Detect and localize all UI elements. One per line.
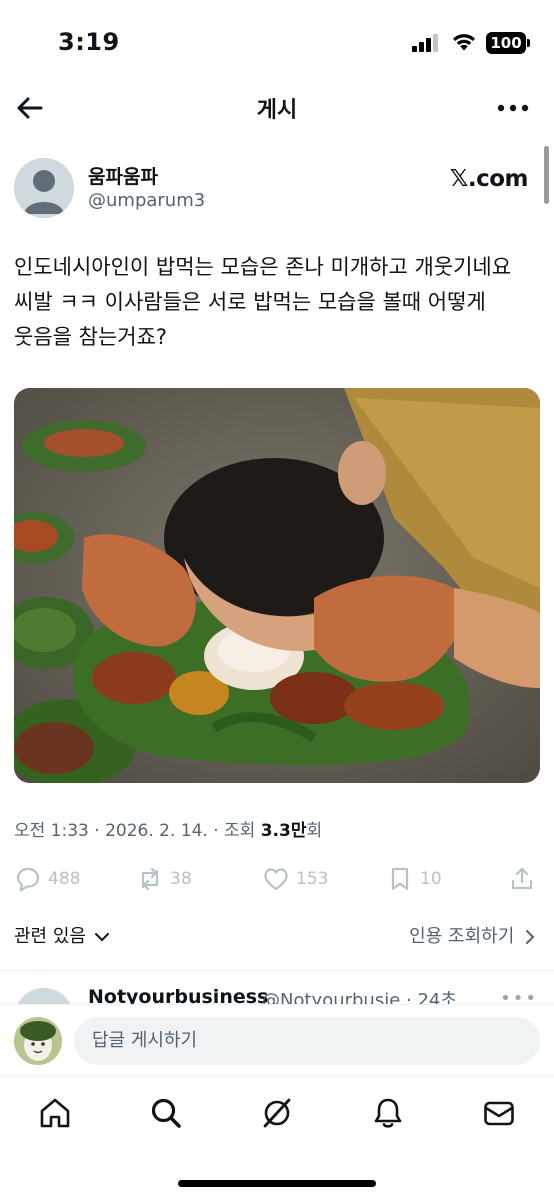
reply-count: 488 <box>48 869 81 889</box>
quote-views-label: 인용 조회하기 <box>409 926 515 947</box>
share-icon <box>511 867 533 890</box>
related-dropdown[interactable]: 관련 있음 <box>14 922 110 948</box>
page-title: 게시 <box>256 98 298 123</box>
quote-views-link[interactable]: 인용 조회하기 <box>409 922 536 948</box>
post-text: 인도네시아인이 밥먹는 모습은 존나 미개하고 개웃기네요 씨발 ㅋㅋ 이사람들… <box>14 255 512 349</box>
post-meta: 오전 1:33 · 2026. 2. 14. · 조회 3.3만회 <box>14 816 322 841</box>
repost-button[interactable]: 38 <box>136 862 192 896</box>
post-view-count[interactable]: 3.3만 <box>261 821 307 841</box>
share-button[interactable] <box>508 862 542 896</box>
status-time: 3:19 <box>58 28 120 56</box>
like-count: 153 <box>296 869 329 889</box>
reply-icon <box>16 867 40 892</box>
more-horizontal-icon[interactable] <box>496 94 530 122</box>
reply-button[interactable]: 488 <box>14 862 80 896</box>
like-button[interactable]: 153 <box>262 862 328 896</box>
cellular-signal-icon <box>412 34 442 52</box>
reply-input[interactable]: 답글 게시하기 <box>74 1017 540 1065</box>
bookmark-count: 10 <box>420 869 442 889</box>
post-author-header: 움파움파 @umparum3 𝕏.com <box>14 158 540 222</box>
x-com-watermark: 𝕏.com <box>449 166 529 192</box>
home-icon[interactable] <box>37 1095 73 1131</box>
author-handle[interactable]: @umparum3 <box>88 190 205 211</box>
battery-indicator: 100 <box>486 32 530 54</box>
reply-avatar <box>14 988 74 1004</box>
post-timestamp: 오전 1:33 · 2026. 2. 14. · 조회 <box>14 821 256 841</box>
post-image[interactable] <box>14 388 540 783</box>
reply-more-icon[interactable]: ••• <box>500 988 538 1004</box>
repost-icon <box>141 867 159 891</box>
post-action-bar: 488 38 153 10 <box>14 862 540 896</box>
messages-icon[interactable] <box>481 1095 517 1131</box>
bookmark-icon <box>391 867 409 891</box>
post-view-suffix: 회 <box>306 821 323 841</box>
heart-icon <box>264 868 288 891</box>
default-avatar-icon <box>14 158 74 218</box>
home-indicator[interactable] <box>178 1180 376 1187</box>
reply-author-handle: @Notyourbusie · 24초 <box>262 990 457 1004</box>
bookmark-button[interactable]: 10 <box>386 862 442 896</box>
chevron-right-icon <box>526 930 534 944</box>
section-divider <box>0 970 554 971</box>
repost-count: 38 <box>170 869 192 889</box>
current-user-avatar[interactable] <box>14 1017 62 1065</box>
related-label: 관련 있음 <box>14 926 86 947</box>
reply-preview[interactable]: Notyourbusiness @Notyourbusie · 24초 ••• <box>14 984 540 1004</box>
post-photo-illustration <box>14 388 540 783</box>
user-avatar-image <box>14 1017 62 1065</box>
reply-author-name: Notyourbusiness <box>88 986 269 1004</box>
notifications-icon[interactable] <box>370 1095 406 1131</box>
status-bar: 3:19 100 <box>0 0 554 88</box>
top-navigation-bar: 게시 <box>0 88 554 128</box>
search-icon[interactable] <box>148 1095 184 1131</box>
grok-icon[interactable] <box>259 1095 295 1131</box>
author-avatar[interactable] <box>14 158 74 218</box>
scroll-indicator <box>544 146 549 204</box>
author-name[interactable]: 움파움파 <box>88 162 158 189</box>
wifi-icon <box>453 34 475 51</box>
chevron-down-icon <box>94 933 109 941</box>
reply-composer: 답글 게시하기 <box>0 1004 554 1076</box>
